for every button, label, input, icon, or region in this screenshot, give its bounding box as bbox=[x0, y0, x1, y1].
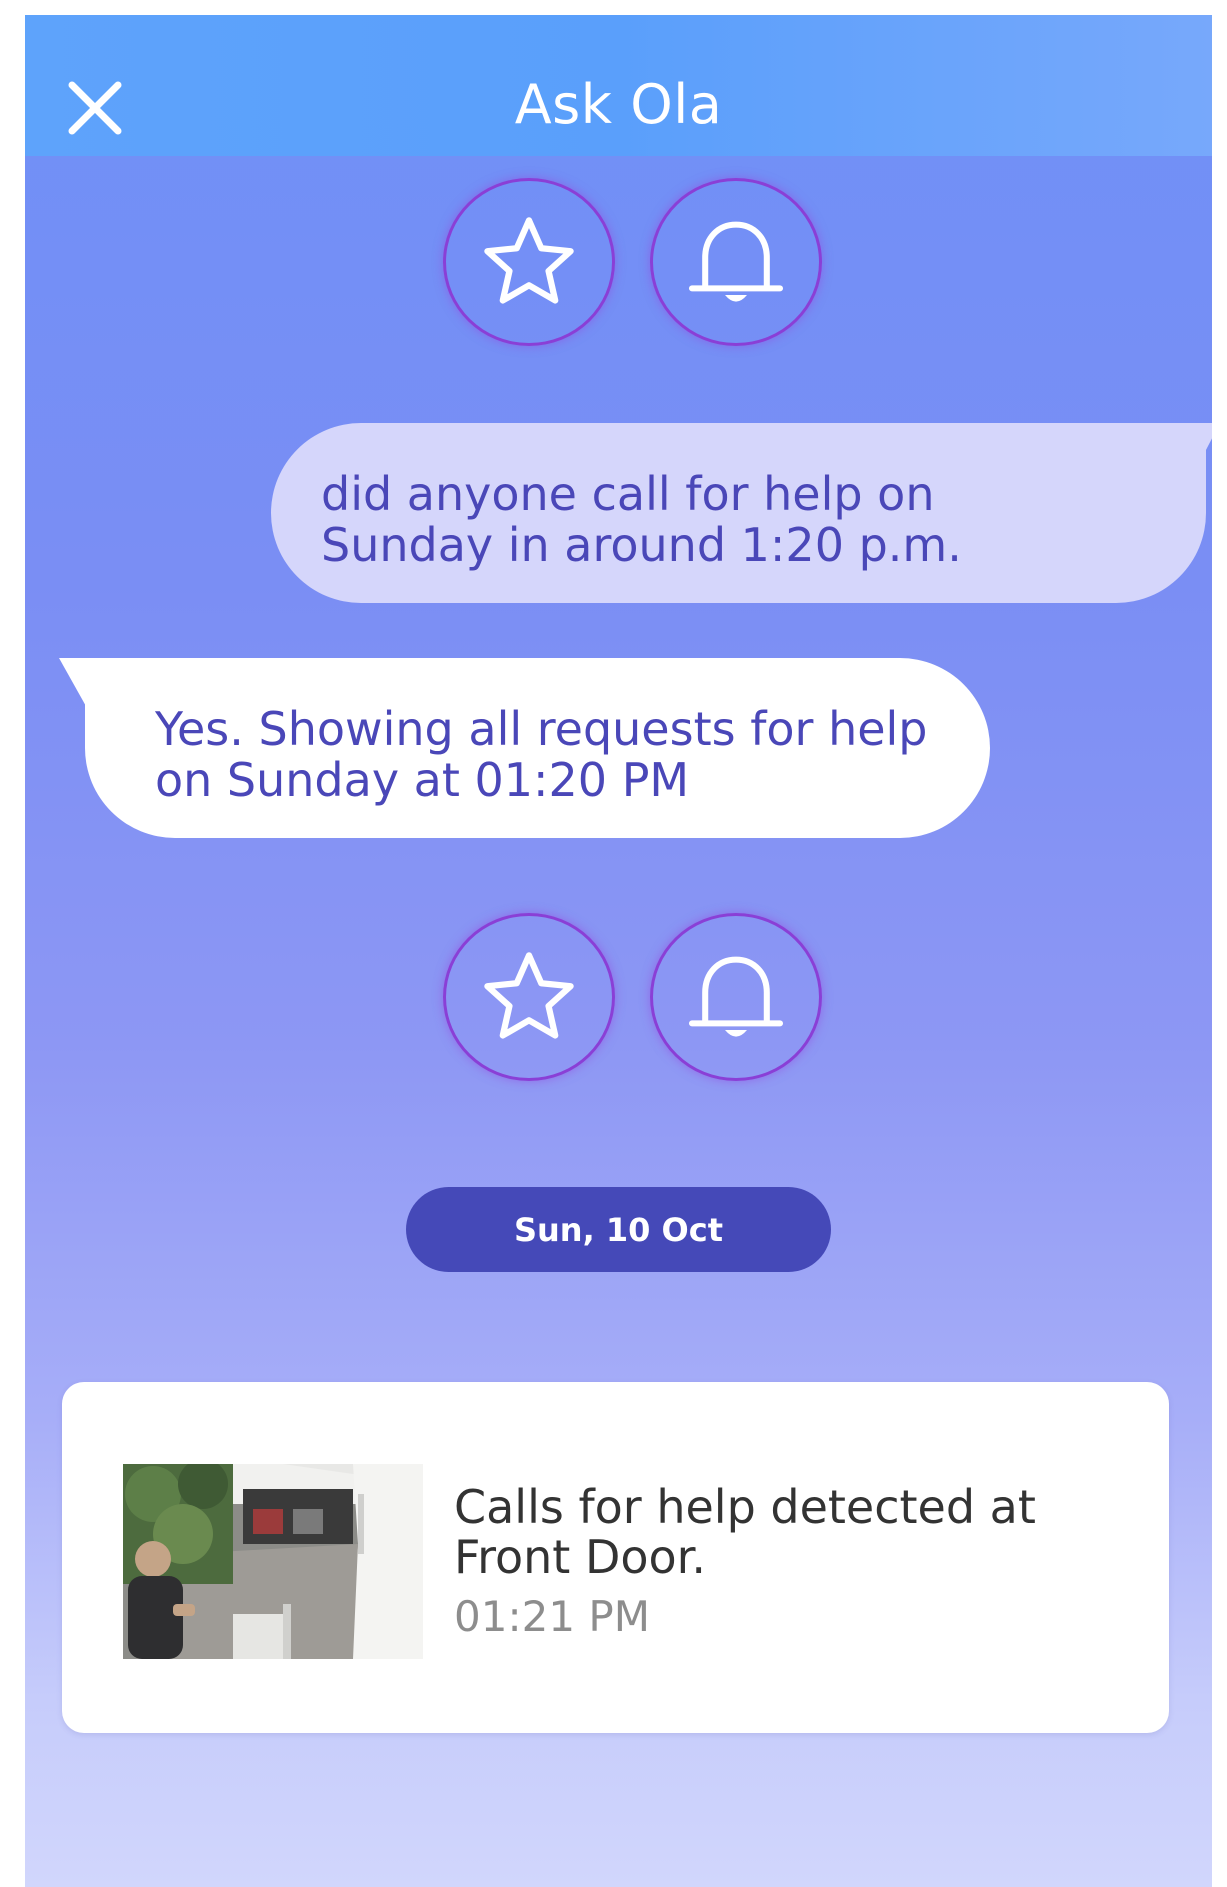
chat-screen: Ask Ola did anyone call for help on Sund… bbox=[25, 15, 1212, 1887]
date-separator: Sun, 10 Oct bbox=[406, 1187, 831, 1272]
bubble-tail bbox=[1180, 423, 1212, 473]
favorite-button[interactable] bbox=[443, 178, 615, 346]
favorite-button[interactable] bbox=[443, 913, 615, 1081]
event-description-line: Front Door. bbox=[454, 1530, 706, 1584]
event-card[interactable]: Calls for help detected at Front Door. 0… bbox=[62, 1382, 1169, 1733]
alert-button[interactable] bbox=[650, 178, 822, 346]
bot-message-line: on Sunday at 01:20 PM bbox=[155, 753, 690, 807]
header-bar: Ask Ola bbox=[25, 15, 1212, 156]
user-message-line: did anyone call for help on bbox=[321, 467, 935, 521]
camera-snapshot-image bbox=[123, 1464, 423, 1659]
page-title: Ask Ola bbox=[514, 73, 723, 136]
star-icon bbox=[484, 217, 574, 304]
event-time: 01:21 PM bbox=[454, 1592, 650, 1641]
event-description-line: Calls for help detected at bbox=[454, 1480, 1036, 1534]
event-thumbnail[interactable] bbox=[123, 1464, 423, 1659]
bot-message-bubble: Yes. Showing all requests for help on Su… bbox=[59, 658, 990, 838]
bell-icon bbox=[688, 221, 784, 302]
alert-button[interactable] bbox=[650, 913, 822, 1081]
user-message-line: Sunday in around 1:20 p.m. bbox=[321, 518, 962, 572]
bot-message-line: Yes. Showing all requests for help bbox=[155, 702, 928, 756]
bubble-tail bbox=[59, 658, 99, 708]
bell-icon bbox=[688, 956, 784, 1037]
user-message-bubble: did anyone call for help on Sunday in ar… bbox=[271, 423, 1212, 603]
event-description: Calls for help detected at Front Door. bbox=[454, 1482, 1134, 1582]
star-icon bbox=[484, 952, 574, 1039]
